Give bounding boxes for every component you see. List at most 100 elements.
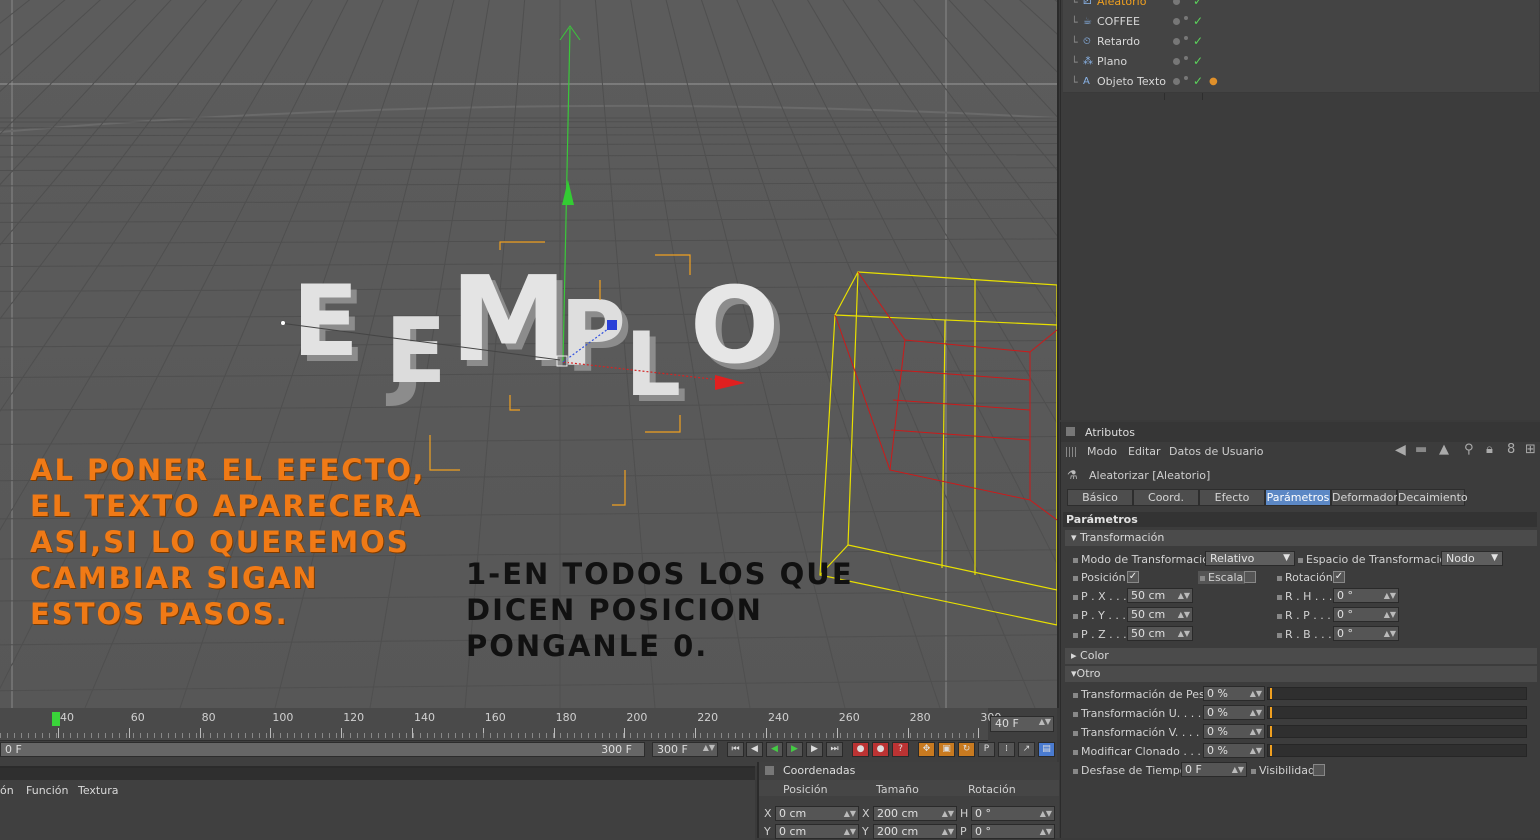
u-value: 0 %	[1207, 706, 1228, 719]
add-panel-icon[interactable]: ⊞	[1525, 442, 1536, 457]
timeline-ruler[interactable]: 406080100120140160180200220240260280300	[0, 708, 988, 741]
current-frame-field[interactable]: 40 F▲▼	[990, 716, 1054, 732]
editor-visibility-dot[interactable]	[1173, 0, 1180, 5]
search-icon[interactable]: ⚲	[1464, 442, 1474, 457]
rb-field[interactable]: 0 °▲▼	[1333, 626, 1399, 641]
u-slider[interactable]	[1267, 706, 1527, 719]
tab-effect[interactable]: Efecto	[1199, 489, 1265, 506]
enabled-check-icon[interactable]: ✓	[1193, 54, 1203, 68]
render-visibility-dot[interactable]	[1184, 36, 1188, 40]
editor-visibility-dot[interactable]	[1173, 58, 1180, 65]
menu-edit[interactable]: Editar	[1128, 445, 1161, 458]
menu-mode[interactable]: Modo	[1087, 445, 1117, 458]
tab-deformer[interactable]: Deformador	[1331, 489, 1397, 506]
pos-y-field[interactable]: 0 cm▲▼	[775, 824, 859, 839]
tab-parameters[interactable]: Parámetros	[1265, 489, 1331, 506]
interpolation-button[interactable]: ↗	[1018, 742, 1035, 757]
pos-x-value: 0 cm	[779, 807, 806, 820]
rh-field[interactable]: 0 °▲▼	[1333, 588, 1399, 603]
menu-creation[interactable]: ón	[0, 784, 14, 797]
render-visibility-dot[interactable]	[1184, 56, 1188, 60]
time-offset-field[interactable]: 0 F▲▼	[1181, 762, 1247, 777]
link-icon[interactable]: 8	[1507, 442, 1515, 457]
timeline-minor-tick	[952, 733, 953, 738]
enabled-check-icon[interactable]: ✓	[1193, 0, 1203, 8]
pz-field[interactable]: 50 cm▲▼	[1127, 626, 1193, 641]
weight-slider[interactable]	[1267, 687, 1527, 700]
keyframe-selection-button[interactable]: ?	[892, 742, 909, 757]
lock-icon[interactable]: 🔒︎	[1486, 442, 1493, 457]
group-other-header[interactable]: ▾Otro	[1065, 666, 1537, 682]
timeline-minor-tick	[868, 733, 869, 738]
3d-viewport[interactable]: E E J E M M P P L L O O	[0, 0, 1059, 708]
enabled-check-icon[interactable]: ✓	[1193, 74, 1203, 88]
transform-space-select[interactable]: Nodo▼	[1441, 551, 1503, 566]
editor-visibility-dot[interactable]	[1173, 78, 1180, 85]
tab-coord[interactable]: Coord.	[1133, 489, 1199, 506]
position-checkbox[interactable]: ✓	[1127, 570, 1139, 583]
panel-grip-icon[interactable]	[765, 766, 774, 775]
py-field[interactable]: 50 cm▲▼	[1127, 607, 1193, 622]
timeline-minor-tick	[427, 733, 428, 738]
record-button[interactable]: ●	[852, 742, 869, 757]
object-row[interactable]: └⏲Retardo✓	[1063, 32, 1539, 53]
render-visibility-dot[interactable]	[1184, 76, 1188, 80]
px-field[interactable]: 50 cm▲▼	[1127, 588, 1193, 603]
group-color-header[interactable]: ▸ Color	[1065, 648, 1537, 664]
timeline-minor-tick	[399, 733, 400, 738]
playhead-marker[interactable]	[52, 712, 60, 726]
autokey-button[interactable]: ●	[872, 742, 889, 757]
rot-p-field[interactable]: 0 °▲▼	[971, 824, 1055, 839]
rotation-checkbox[interactable]: ✓	[1333, 570, 1345, 583]
next-key-button[interactable]: ▶	[806, 742, 823, 757]
v-field[interactable]: 0 %▲▼	[1203, 724, 1265, 739]
timeline-minor-tick	[658, 733, 659, 738]
menu-function[interactable]: Función	[26, 784, 68, 797]
object-row[interactable]: └AObjeto Texto✓●	[1063, 72, 1539, 93]
key-parameter-button[interactable]: P	[978, 742, 995, 757]
pos-x-field[interactable]: 0 cm▲▼	[775, 806, 859, 821]
timeline-settings-button[interactable]: ▤	[1038, 742, 1055, 757]
end-frame-field[interactable]: 300 F▲▼	[652, 742, 718, 757]
forward-arrow-icon[interactable]: ▬	[1415, 442, 1427, 457]
play-forward-button[interactable]: ▶	[786, 742, 803, 757]
key-pla-button[interactable]: ⁞	[998, 742, 1015, 757]
render-visibility-dot[interactable]	[1184, 16, 1188, 20]
menu-texture[interactable]: Textura	[78, 784, 118, 797]
panel-grip-icon[interactable]	[1066, 427, 1075, 436]
clone-field[interactable]: 0 %▲▼	[1203, 743, 1265, 758]
visibility-checkbox[interactable]	[1313, 763, 1325, 776]
tab-basic[interactable]: Básico	[1067, 489, 1133, 506]
object-row[interactable]: └☕COFFEE✓	[1063, 12, 1539, 33]
editor-visibility-dot[interactable]	[1173, 18, 1180, 25]
menu-user-data[interactable]: Datos de Usuario	[1169, 445, 1264, 458]
rot-h-field[interactable]: 0 °▲▼	[971, 806, 1055, 821]
prev-key-button[interactable]: ◀	[746, 742, 763, 757]
editor-visibility-dot[interactable]	[1173, 38, 1180, 45]
key-scale-button[interactable]: ▣	[938, 742, 955, 757]
weight-field[interactable]: 0 %▲▼	[1203, 686, 1265, 701]
frame-range-slider[interactable]: 0 F 300 F	[0, 742, 645, 757]
tab-falloff[interactable]: Decaimiento	[1397, 489, 1465, 506]
size-x-field[interactable]: 200 cm▲▼	[873, 806, 957, 821]
object-row[interactable]: └⁂Plano✓	[1063, 52, 1539, 73]
key-rotation-button[interactable]: ↻	[958, 742, 975, 757]
transform-mode-select[interactable]: Relativo▼	[1205, 551, 1295, 566]
size-y-field[interactable]: 200 cm▲▼	[873, 824, 957, 839]
enabled-check-icon[interactable]: ✓	[1193, 14, 1203, 28]
rp-field[interactable]: 0 °▲▼	[1333, 607, 1399, 622]
scale-checkbox[interactable]	[1244, 570, 1256, 583]
go-to-start-button[interactable]: ⏮	[727, 742, 744, 757]
back-arrow-icon[interactable]: ◀	[1395, 442, 1406, 458]
go-to-end-button[interactable]: ⏭	[826, 742, 843, 757]
u-field[interactable]: 0 %▲▼	[1203, 705, 1265, 720]
key-position-button[interactable]: ✥	[918, 742, 935, 757]
group-transformation-header[interactable]: ▾ Transformación	[1065, 530, 1537, 546]
up-arrow-icon[interactable]: ▲	[1439, 442, 1449, 457]
timeline-minor-tick	[14, 733, 15, 738]
v-slider[interactable]	[1267, 725, 1527, 738]
enabled-check-icon[interactable]: ✓	[1193, 34, 1203, 48]
clone-slider[interactable]	[1267, 744, 1527, 757]
play-backward-button[interactable]: ◀	[766, 742, 783, 757]
tag-icon[interactable]: ●	[1209, 76, 1218, 87]
